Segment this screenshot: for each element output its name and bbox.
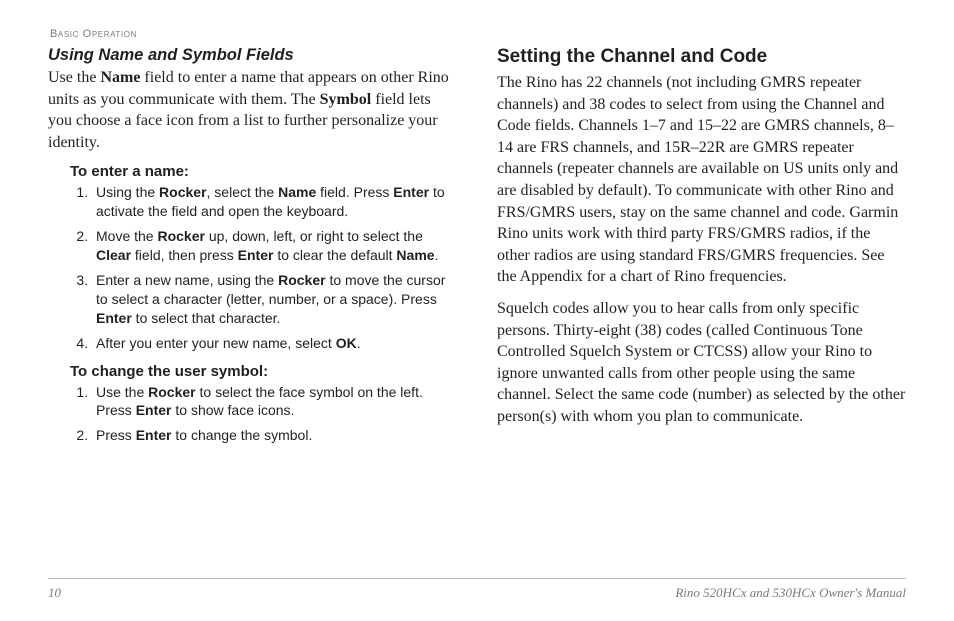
intro-paragraph: Use the Name field to enter a name that … [48, 67, 457, 153]
running-head: Basic Operation [50, 28, 906, 40]
manual-title: Rino 520HCx and 530HCx Owner's Manual [675, 585, 906, 601]
list-item: After you enter your new name, select OK… [92, 334, 455, 353]
steps-change-symbol: Use the Rocker to select the face symbol… [92, 383, 457, 446]
list-item: Move the Rocker up, down, left, or right… [92, 227, 455, 265]
steps-enter-name: Using the Rocker, select the Name field.… [92, 183, 457, 352]
page-number: 10 [48, 585, 61, 601]
proc-head-enter-name: To enter a name: [70, 163, 457, 180]
page: Basic Operation Using Name and Symbol Fi… [0, 0, 954, 621]
list-item: Press Enter to change the symbol. [92, 426, 455, 445]
right-column: Setting the Channel and Code The Rino ha… [497, 46, 906, 570]
para-squelch-codes: Squelch codes allow you to hear calls fr… [497, 298, 906, 428]
list-item: Enter a new name, using the Rocker to mo… [92, 271, 455, 328]
para-channels-overview: The Rino has 22 channels (not including … [497, 72, 906, 288]
heading-using-name-symbol: Using Name and Symbol Fields [48, 46, 457, 65]
proc-head-change-symbol: To change the user symbol: [70, 363, 457, 380]
footer: 10 Rino 520HCx and 530HCx Owner's Manual [48, 578, 906, 601]
left-column: Using Name and Symbol Fields Use the Nam… [48, 46, 457, 570]
list-item: Using the Rocker, select the Name field.… [92, 183, 455, 221]
list-item: Use the Rocker to select the face symbol… [92, 383, 455, 421]
heading-setting-channel-code: Setting the Channel and Code [497, 46, 906, 68]
columns: Using Name and Symbol Fields Use the Nam… [48, 46, 906, 570]
